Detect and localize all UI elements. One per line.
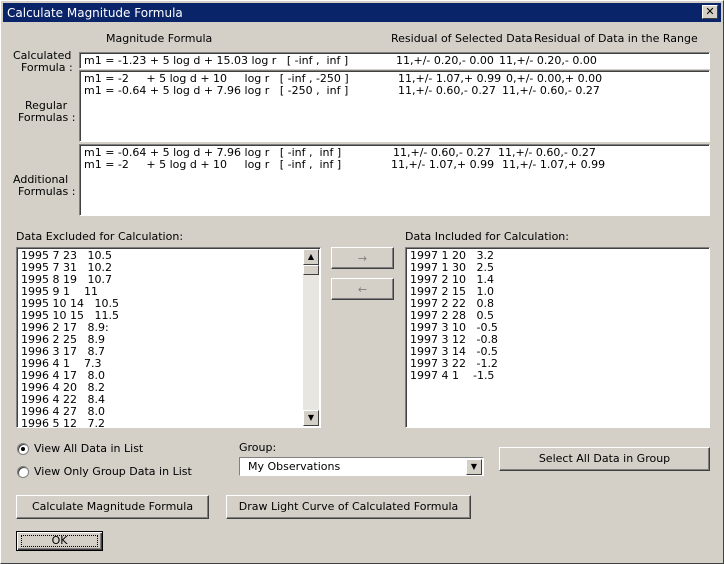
view-group-label[interactable]: View Only Group Data in List <box>34 465 192 478</box>
additional-formula: m1 = -2 + 5 log d + 10 log r [ -inf , in… <box>84 158 342 171</box>
scroll-thumb[interactable] <box>303 265 319 275</box>
window-title: Calculate Magnitude Formula <box>7 6 183 20</box>
draw-light-curve-label: Draw Light Curve of Calculated Formula <box>238 500 459 513</box>
dialog-window: Calculate Magnitude Formula ✕ Magnitude … <box>0 0 724 564</box>
excluded-data-item[interactable]: 1996 5 12 7.2 <box>21 418 105 428</box>
select-all-group-label: Select All Data in Group <box>538 452 671 465</box>
calculated-formula: m1 = -1.23 + 5 log d + 15.03 log r [ -in… <box>84 54 349 67</box>
calculate-formula-button[interactable]: Calculate Magnitude Formula <box>16 495 209 519</box>
view-group-radio[interactable] <box>17 466 29 478</box>
move-left-button[interactable]: ← <box>331 278 394 300</box>
header-residual-range: Residual of Data in the Range <box>534 32 698 45</box>
ok-label: OK <box>51 534 68 547</box>
regular-formula: m1 = -0.64 + 5 log d + 7.96 log r [ -250… <box>84 84 349 97</box>
regular-label-line2: Formulas : <box>18 111 76 124</box>
excluded-scrollbar[interactable]: ▲ ▼ <box>303 249 319 426</box>
select-all-group-button[interactable]: Select All Data in Group <box>499 447 710 471</box>
view-all-radio[interactable] <box>17 443 29 455</box>
arrow-right-icon: → <box>357 252 368 265</box>
excluded-data-list[interactable]: 1995 7 23 10.5 1995 7 31 10.2 1995 8 19 10… <box>16 247 321 428</box>
included-label: Data Included for Calculation: <box>405 230 569 243</box>
included-data-list[interactable]: 1997 1 20 3.2 1997 1 30 2.5 1997 2 10 1.4 1… <box>405 247 710 428</box>
scroll-up-arrow-icon[interactable]: ▲ <box>303 249 319 265</box>
additional-residual-selected: 11,+/- 1.07,+ 0.99 <box>391 158 495 171</box>
regular-residual-range: 11,+/- 0.60,- 0.27 <box>502 84 600 97</box>
draw-light-curve-button[interactable]: Draw Light Curve of Calculated Formula <box>226 495 471 519</box>
radio-selected-dot <box>21 447 25 451</box>
arrow-left-icon: ← <box>357 283 368 296</box>
group-dropdown-value: My Observations <box>248 460 341 473</box>
excluded-label: Data Excluded for Calculation: <box>16 230 184 243</box>
close-button[interactable]: ✕ <box>702 5 718 19</box>
additional-label-line2: Formulas : <box>18 185 76 198</box>
header-residual-selected: Residual of Selected Data <box>391 32 533 45</box>
calculated-label-line2: Formula : <box>21 61 73 74</box>
dropdown-arrow-icon[interactable]: ▼ <box>466 459 482 475</box>
ok-button[interactable]: OK <box>16 531 103 551</box>
included-data-item[interactable]: 1997 4 1 -1.5 <box>410 370 494 382</box>
calculate-formula-label: Calculate Magnitude Formula <box>31 500 194 513</box>
calculated-residual-range: 11,+/- 0.20,- 0.00 <box>499 54 597 67</box>
move-right-button[interactable]: → <box>331 247 394 269</box>
regular-formulas-list[interactable]: m1 = -2 + 5 log d + 10 log r [ -inf , -2… <box>79 70 710 142</box>
additional-formulas-list[interactable]: m1 = -0.64 + 5 log d + 7.96 log r [ -inf… <box>79 144 710 216</box>
calculated-residual-selected: 11,+/- 0.20,- 0.00 <box>396 54 494 67</box>
calculated-formula-box: m1 = -1.23 + 5 log d + 15.03 log r [ -in… <box>79 52 710 69</box>
scroll-down-arrow-icon[interactable]: ▼ <box>303 410 319 426</box>
group-dropdown[interactable]: My Observations ▼ <box>239 457 484 476</box>
additional-residual-range: 11,+/- 1.07,+ 0.99 <box>502 158 606 171</box>
view-all-label[interactable]: View All Data in List <box>34 442 143 455</box>
title-bar[interactable]: Calculate Magnitude Formula ✕ <box>3 3 721 22</box>
regular-residual-selected: 11,+/- 0.60,- 0.27 <box>398 84 496 97</box>
group-label: Group: <box>239 441 277 454</box>
header-magnitude-formula: Magnitude Formula <box>106 32 213 45</box>
